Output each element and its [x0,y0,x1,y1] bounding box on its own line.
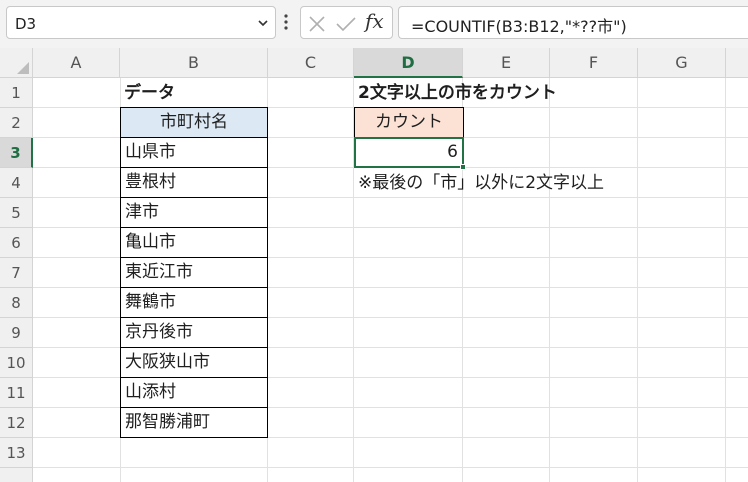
table-cell[interactable]: 亀山市 [120,227,268,258]
formula-input[interactable]: =COUNTIF(B3:B12,"*??市") [398,6,748,39]
column-header-f[interactable]: F [550,48,638,78]
row-header-12[interactable]: 12 [0,408,33,438]
gridline [33,467,748,468]
column-header-a[interactable]: A [33,48,120,78]
row-header-5[interactable]: 5 [0,198,33,228]
column-header-e[interactable]: E [463,48,550,78]
formula-bar: D3 fx =COUNTIF(B3:B12,"*??市") [0,0,748,48]
row-header-4[interactable]: 4 [0,168,33,198]
formula-buttons: fx [300,6,393,39]
count-result-cell[interactable]: 6 [354,137,464,168]
column-header-g[interactable]: G [638,48,726,78]
formula-text: =COUNTIF(B3:B12,"*??市") [411,17,627,36]
enter-check-icon[interactable] [335,15,357,33]
gridline [549,78,550,482]
name-box[interactable]: D3 [6,6,276,39]
row-header-1[interactable]: 1 [0,78,33,108]
table-cell[interactable]: 那智勝浦町 [120,407,268,438]
more-options-icon[interactable] [282,12,290,32]
chevron-down-icon[interactable] [257,17,269,29]
gridline [725,78,726,482]
row-header-6[interactable]: 6 [0,228,33,258]
column-header-b[interactable]: B [120,48,268,78]
table-header-municipality[interactable]: 市町村名 [120,107,268,138]
row-header-9[interactable]: 9 [0,318,33,348]
select-all-corner[interactable] [0,48,33,78]
table-cell[interactable]: 大阪狭山市 [120,347,268,378]
table-cell[interactable]: 東近江市 [120,257,268,288]
gridline [637,78,638,482]
table-cell[interactable]: 舞鶴市 [120,287,268,318]
column-header-d[interactable]: D [354,48,463,78]
column-header-partial[interactable] [726,48,748,78]
row-header-2[interactable]: 2 [0,108,33,138]
cell-d1-title[interactable]: 2文字以上の市をカウント [358,78,557,108]
select-all-triangle-icon [17,62,29,74]
cell-b1-data-label[interactable]: データ [124,78,175,108]
row-header-10[interactable]: 10 [0,348,33,378]
table-cell[interactable]: 山添村 [120,377,268,408]
row-header-11[interactable]: 11 [0,378,33,408]
row-header-3[interactable]: 3 [0,138,33,168]
count-header-cell[interactable]: カウント [354,107,464,138]
row-header-13[interactable]: 13 [0,438,33,468]
cell-d4-note[interactable]: ※最後の「市」以外に2文字以上 [358,168,604,198]
row-header-partial[interactable] [0,468,33,482]
table-cell[interactable]: 京丹後市 [120,317,268,348]
row-header-8[interactable]: 8 [0,288,33,318]
table-cell[interactable]: 津市 [120,197,268,228]
name-box-value: D3 [15,15,37,33]
column-header-c[interactable]: C [268,48,354,78]
table-cell[interactable]: 豊根村 [120,167,268,198]
insert-function-icon[interactable]: fx [365,9,384,33]
table-cell[interactable]: 山県市 [120,137,268,168]
row-header-7[interactable]: 7 [0,258,33,288]
cancel-icon[interactable] [308,15,326,33]
